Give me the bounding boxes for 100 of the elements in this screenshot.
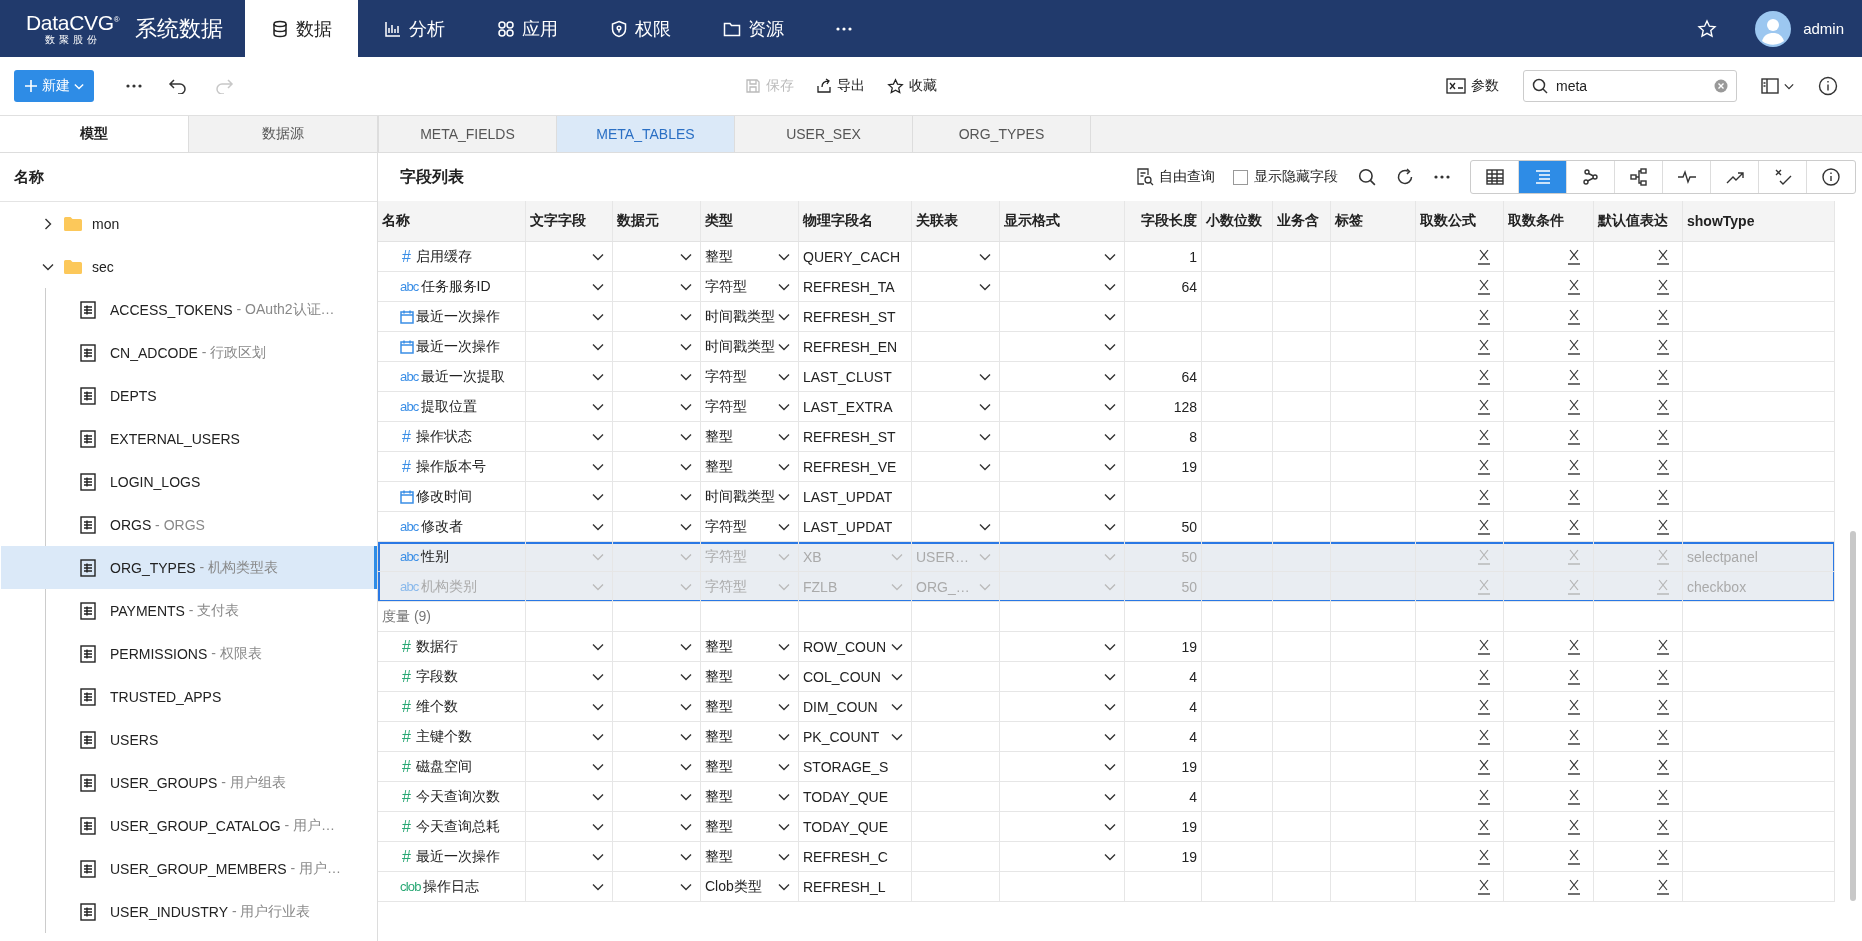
field-name[interactable]: 提取位置 <box>420 397 477 416</box>
parameters-button[interactable]: 参数 <box>1438 73 1507 99</box>
variable-x-icon[interactable] <box>1567 817 1581 836</box>
column-header[interactable]: 取数公式 <box>1420 212 1476 230</box>
variable-x-icon[interactable] <box>1477 667 1491 686</box>
field-name[interactable]: 今天查询总耗 <box>416 817 501 836</box>
table-row[interactable]: clob操作日志 Clob类型 REFRESH_L <box>378 872 1835 902</box>
variable-x-icon[interactable] <box>1567 457 1581 476</box>
tree-item[interactable]: PERMISSIONS - 权限表 <box>1 632 377 675</box>
field-name[interactable]: 字段数 <box>416 667 459 686</box>
variable-x-icon[interactable] <box>1656 247 1670 266</box>
variable-x-icon[interactable] <box>1477 637 1491 656</box>
tree-item[interactable]: EXTERNAL_USERS <box>1 417 377 460</box>
field-name[interactable]: 最近一次操作 <box>416 847 501 866</box>
variable-x-icon[interactable] <box>1477 787 1491 806</box>
variable-x-icon[interactable] <box>1567 247 1581 266</box>
variable-x-icon[interactable] <box>1656 697 1670 716</box>
dropdown[interactable]: 整型 <box>705 697 794 716</box>
tree-item[interactable]: PAYMENTS - 支付表 <box>1 589 377 632</box>
column-header[interactable]: 字段长度 <box>1141 212 1197 230</box>
tree-item[interactable]: USER_INDUSTRY - 用户行业表 <box>1 890 377 933</box>
field-name[interactable]: 启用缓存 <box>416 247 473 266</box>
dropdown[interactable]: 字符型 <box>705 517 794 536</box>
sidebar-tab[interactable]: 模型 <box>0 116 189 152</box>
table-row[interactable]: # 启用缓存 整型 QUERY_CACH 1 <box>378 242 1835 272</box>
dropdown[interactable]: 整型 <box>705 667 794 686</box>
column-header[interactable]: 显示格式 <box>1004 212 1060 230</box>
column-header[interactable]: 物理字段名 <box>803 212 873 230</box>
dropdown[interactable]: 字符型 <box>705 277 794 296</box>
table-row[interactable]: # 字段数 整型 COL_COUN 4 <box>378 662 1835 692</box>
user-name[interactable]: admin <box>1803 20 1844 37</box>
field-name[interactable]: 今天查询次数 <box>416 787 501 806</box>
variable-x-icon[interactable] <box>1477 847 1491 866</box>
variable-x-icon[interactable] <box>1656 337 1670 356</box>
field-name[interactable]: 修改时间 <box>416 487 472 506</box>
dropdown[interactable]: ROW_COUN <box>803 638 907 655</box>
field-name[interactable]: 性别 <box>420 547 449 566</box>
variable-x-icon[interactable] <box>1477 727 1491 746</box>
variable-x-icon[interactable] <box>1477 877 1491 896</box>
table-row[interactable]: # 操作状态 整型 REFRESH_ST 8 <box>378 422 1835 452</box>
variable-x-icon[interactable] <box>1656 277 1670 296</box>
field-name[interactable]: 修改者 <box>420 517 463 536</box>
variable-x-icon[interactable] <box>1567 337 1581 356</box>
variable-x-icon[interactable] <box>1477 757 1491 776</box>
dropdown[interactable]: PK_COUNT <box>803 728 907 745</box>
column-header[interactable]: 业务含 <box>1277 212 1319 230</box>
dropdown[interactable]: 整型 <box>705 637 794 656</box>
more-icon[interactable] <box>1434 175 1450 179</box>
search-field[interactable]: meta <box>1523 70 1737 102</box>
dropdown[interactable]: 整型 <box>705 787 794 806</box>
tree-item[interactable]: USER_GROUP_MEMBERS - 用户… <box>1 847 377 890</box>
column-header[interactable]: 类型 <box>705 212 733 230</box>
tree-item[interactable]: USER_GROUP_CATALOG - 用户… <box>1 804 377 847</box>
variable-x-icon[interactable] <box>1567 727 1581 746</box>
tree-folder[interactable]: mon <box>0 202 377 245</box>
variable-x-icon[interactable] <box>1567 697 1581 716</box>
field-name[interactable]: 操作状态 <box>416 427 473 446</box>
variable-x-icon[interactable] <box>1567 847 1581 866</box>
variable-x-icon[interactable] <box>1567 667 1581 686</box>
tree-item[interactable]: DEPTS <box>1 374 377 417</box>
table-row[interactable]: # 主键个数 整型 PK_COUNT 4 <box>378 722 1835 752</box>
variable-x-icon[interactable] <box>1656 667 1670 686</box>
show-hidden-checkbox[interactable]: 显示隐藏字段 <box>1233 168 1338 186</box>
more-icon[interactable] <box>126 84 142 88</box>
free-query-button[interactable]: 自由查询 <box>1128 164 1223 190</box>
field-name[interactable]: 主键个数 <box>416 727 473 746</box>
variable-x-icon[interactable] <box>1567 787 1581 806</box>
column-header[interactable]: 名称 <box>382 212 410 230</box>
search-icon[interactable] <box>1358 168 1376 186</box>
document-tab[interactable]: USER_SEX <box>735 116 913 152</box>
dropdown[interactable]: 整型 <box>705 817 794 836</box>
column-header[interactable]: 文字字段 <box>530 212 586 230</box>
dropdown[interactable]: COL_COUN <box>803 668 907 685</box>
dropdown[interactable]: 时间戳类型 <box>705 337 794 356</box>
variable-x-icon[interactable] <box>1477 397 1491 416</box>
variable-x-icon[interactable] <box>1477 487 1491 506</box>
variable-x-icon[interactable] <box>1567 367 1581 386</box>
variable-x-icon[interactable] <box>1477 517 1491 536</box>
field-name[interactable]: 最近一次操作 <box>416 307 500 326</box>
tree-item[interactable]: ORG_TYPES - 机构类型表 <box>1 546 377 589</box>
field-name[interactable]: 最近一次提取 <box>420 367 505 386</box>
field-name[interactable]: 操作日志 <box>422 877 479 896</box>
column-header[interactable]: 标签 <box>1335 212 1363 230</box>
view-toggle-button[interactable] <box>1519 161 1567 193</box>
sidebar-tab[interactable]: 数据源 <box>189 116 378 152</box>
table-row[interactable]: # 今天查询次数 整型 TODAY_QUE 4 <box>378 782 1835 812</box>
refresh-icon[interactable] <box>1396 168 1414 186</box>
document-tab[interactable]: ORG_TYPES <box>913 116 1091 152</box>
variable-x-icon[interactable] <box>1477 247 1491 266</box>
variable-x-icon[interactable] <box>1656 487 1670 506</box>
table-row[interactable]: # 今天查询总耗 整型 TODAY_QUE 19 <box>378 812 1835 842</box>
dropdown[interactable]: 时间戳类型 <box>705 487 794 506</box>
variable-x-icon[interactable] <box>1656 847 1670 866</box>
variable-x-icon[interactable] <box>1656 517 1670 536</box>
column-header[interactable]: showType <box>1687 213 1755 229</box>
tree-item[interactable]: USER_GROUPS - 用户组表 <box>1 761 377 804</box>
table-row[interactable]: 修改时间 时间戳类型 LAST_UPDAT <box>378 482 1835 512</box>
table-row[interactable]: # 数据行 整型 ROW_COUN 19 <box>378 632 1835 662</box>
dropdown[interactable]: 字符型 <box>705 367 794 386</box>
nav-tab[interactable]: 资源 <box>697 0 811 57</box>
